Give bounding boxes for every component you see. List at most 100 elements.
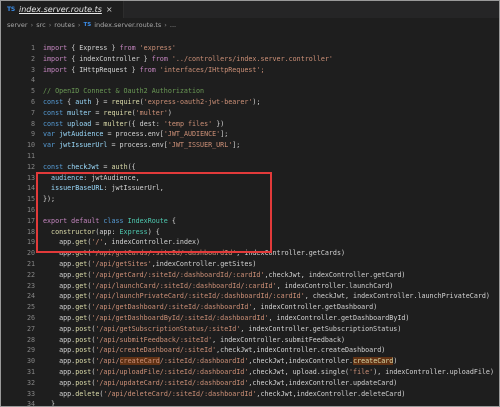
code-text: } xyxy=(43,399,55,406)
code-token: var xyxy=(43,130,56,139)
code-line[interactable]: 7 const multer = require('multer') xyxy=(1,108,499,119)
code-token: get xyxy=(75,303,88,312)
breadcrumb-item-server[interactable]: server xyxy=(7,21,28,29)
code-text: var jwtIssuerUrl = process.env['JWT_ISSU… xyxy=(43,140,240,151)
code-token: 'temp files' xyxy=(163,119,213,128)
code-token: }) xyxy=(212,119,225,128)
code-token: 'file' xyxy=(349,367,374,376)
code-token: post xyxy=(75,357,92,366)
code-line[interactable]: 28 app.post('/api/submitFeedback/:siteId… xyxy=(1,335,499,346)
code-token: auth xyxy=(75,97,92,106)
code-text: app.post('/api/updateCard/:siteId/:dashb… xyxy=(43,378,397,389)
code-line[interactable]: 18 constructor(app: Express) { xyxy=(1,227,499,238)
code-token: get xyxy=(75,281,88,290)
code-token: constructor xyxy=(43,227,96,236)
code-token: const xyxy=(43,119,64,128)
code-token: '/api/getDashboardById/:siteId/:dashboar… xyxy=(91,313,269,322)
code-line[interactable]: 24 app.get('/api/launchPrivateCard/:site… xyxy=(1,291,499,302)
code-line[interactable]: 15}); xyxy=(1,194,499,205)
line-number: 17 xyxy=(26,216,35,225)
code-token: : jwtIssuerUrl, xyxy=(103,184,164,193)
code-line[interactable]: 6 const { auth } = require('express-oauth… xyxy=(1,97,499,108)
code-token: 'multer' xyxy=(135,108,168,117)
line-number: 22 xyxy=(26,270,35,279)
code-line[interactable]: 26 app.get('/api/getDashboardById/:siteI… xyxy=(1,313,499,324)
code-token: ,indexController.getSites) xyxy=(151,259,257,268)
code-token: ,checkJwt,indexController.createDashboar… xyxy=(216,346,386,355)
code-token: app. xyxy=(43,389,76,398)
code-line[interactable]: 8 const upload = multer({ dest: 'temp fil… xyxy=(1,119,499,130)
code-line[interactable]: 27 app.post('/api/getSubscriptionStatus/… xyxy=(1,324,499,335)
code-token: '/api/launchPrivateCard/:siteId/:dashboa… xyxy=(91,292,305,301)
code-line[interactable]: 1 import { Express } from 'express' xyxy=(1,43,499,54)
line-number: 3 xyxy=(30,65,35,74)
code-text: app.get('/', indexController.index) xyxy=(43,237,200,248)
code-token: { xyxy=(167,216,176,225)
code-line[interactable]: 30 app.post('/api/createCard/:siteId/:da… xyxy=(1,356,499,367)
breadcrumb-item-src[interactable]: src xyxy=(36,21,46,29)
code-line[interactable]: 2 import { indexController } from '../con… xyxy=(1,54,499,65)
code-editor[interactable]: 1 import { Express } from 'express' 2 impor… xyxy=(1,43,499,406)
code-token: app. xyxy=(43,346,76,355)
code-text: // OpenID Connect & Oauth2 Authorization xyxy=(43,86,204,97)
code-line[interactable]: 34 } xyxy=(1,399,499,406)
code-token: checkJwt xyxy=(63,162,100,171)
code-token: post xyxy=(75,346,92,355)
code-line[interactable]: 33 app.delete('/api/deleteCard/:siteId/:… xyxy=(1,389,499,400)
close-icon[interactable]: × xyxy=(106,5,113,14)
code-line[interactable]: 20 app.get('/api/getCards/:siteId/:dashb… xyxy=(1,248,499,259)
code-token: { IHttpRequest } xyxy=(67,65,140,74)
code-line[interactable]: 16 xyxy=(1,205,499,216)
line-number: 5 xyxy=(30,87,35,96)
code-text: const checkJwt = auth({ xyxy=(43,162,136,173)
code-line[interactable]: 19 app.get('/', indexController.index) xyxy=(1,237,499,248)
code-token: ]; xyxy=(220,130,229,139)
code-line[interactable]: 29 app.post('/api/createDashboard/:siteI… xyxy=(1,345,499,356)
code-text: import { Express } from 'express' xyxy=(43,43,176,54)
code-line[interactable]: 14 issuerBaseURL: jwtIssuerUrl, xyxy=(1,183,499,194)
code-token: app. xyxy=(43,270,76,279)
code-token: = xyxy=(99,162,112,171)
code-line[interactable]: 17 export default class IndexRoute { xyxy=(1,216,499,227)
line-number: 26 xyxy=(26,313,35,322)
code-line[interactable]: 9 var jwtAudience = process.env['JWT_AUDI… xyxy=(1,129,499,140)
code-line[interactable]: 23 app.get('/api/launchCard/:siteId/:das… xyxy=(1,281,499,292)
code-token: 'JWT_AUDIENCE' xyxy=(163,130,221,139)
code-token: = process.env[ xyxy=(107,141,168,150)
code-token: { xyxy=(63,97,76,106)
code-line[interactable]: 32 app.post('/api/updateCard/:siteId/:da… xyxy=(1,378,499,389)
code-token: ({ xyxy=(127,162,136,171)
code-line[interactable]: 3 import { IHttpRequest } from 'interface… xyxy=(1,65,499,76)
code-line[interactable]: 22 app.get('/api/getCard/:siteId/:dashbo… xyxy=(1,270,499,281)
breadcrumb-item-routes[interactable]: routes xyxy=(54,21,75,29)
code-token: '/api/getSubscriptionStatus/:siteId' xyxy=(95,324,241,333)
code-line[interactable]: 4 xyxy=(1,75,499,86)
code-token: app. xyxy=(43,313,76,322)
line-number: 29 xyxy=(26,346,35,355)
breadcrumb-item-more[interactable]: ... xyxy=(170,21,176,29)
code-token: const xyxy=(43,97,64,106)
tab-label: index.server.route.ts xyxy=(19,5,102,14)
code-line[interactable]: 13 audience: jwtAudience, xyxy=(1,173,499,184)
line-number: 30 xyxy=(26,357,35,366)
code-token: import xyxy=(43,65,68,74)
code-token: , indexController.getSubscriptionStatus) xyxy=(240,324,402,333)
line-number: 21 xyxy=(26,259,35,268)
code-token: jwtIssuerUrl xyxy=(55,141,108,150)
tab-index-server-route[interactable]: TS index.server.route.ts × xyxy=(1,1,124,18)
code-line[interactable]: 25 app.get('/api/getDashboard/:siteId/:d… xyxy=(1,302,499,313)
code-token: get xyxy=(75,292,88,301)
code-line[interactable]: 10 var jwtIssuerUrl = process.env['JWT_IS… xyxy=(1,140,499,151)
code-line[interactable]: 12 const checkJwt = auth({ xyxy=(1,162,499,173)
code-line[interactable]: 5 // OpenID Connect & Oauth2 Authorizatio… xyxy=(1,86,499,97)
code-text: app.post('/api/createDashboard/:siteId',… xyxy=(43,345,385,356)
code-token: app. xyxy=(43,292,76,301)
code-token: require xyxy=(111,97,140,106)
line-number: 28 xyxy=(26,335,35,344)
code-line[interactable]: 21 app.get('/api/getSites',indexControll… xyxy=(1,259,499,270)
code-line[interactable]: 31 app.post('/api/uploadFile/:siteId/:da… xyxy=(1,367,499,378)
line-number: 16 xyxy=(26,205,35,214)
breadcrumb-item-file[interactable]: index.server.route.ts xyxy=(94,21,161,29)
code-line[interactable]: 11 xyxy=(1,151,499,162)
chevron-right-icon: › xyxy=(164,20,167,29)
